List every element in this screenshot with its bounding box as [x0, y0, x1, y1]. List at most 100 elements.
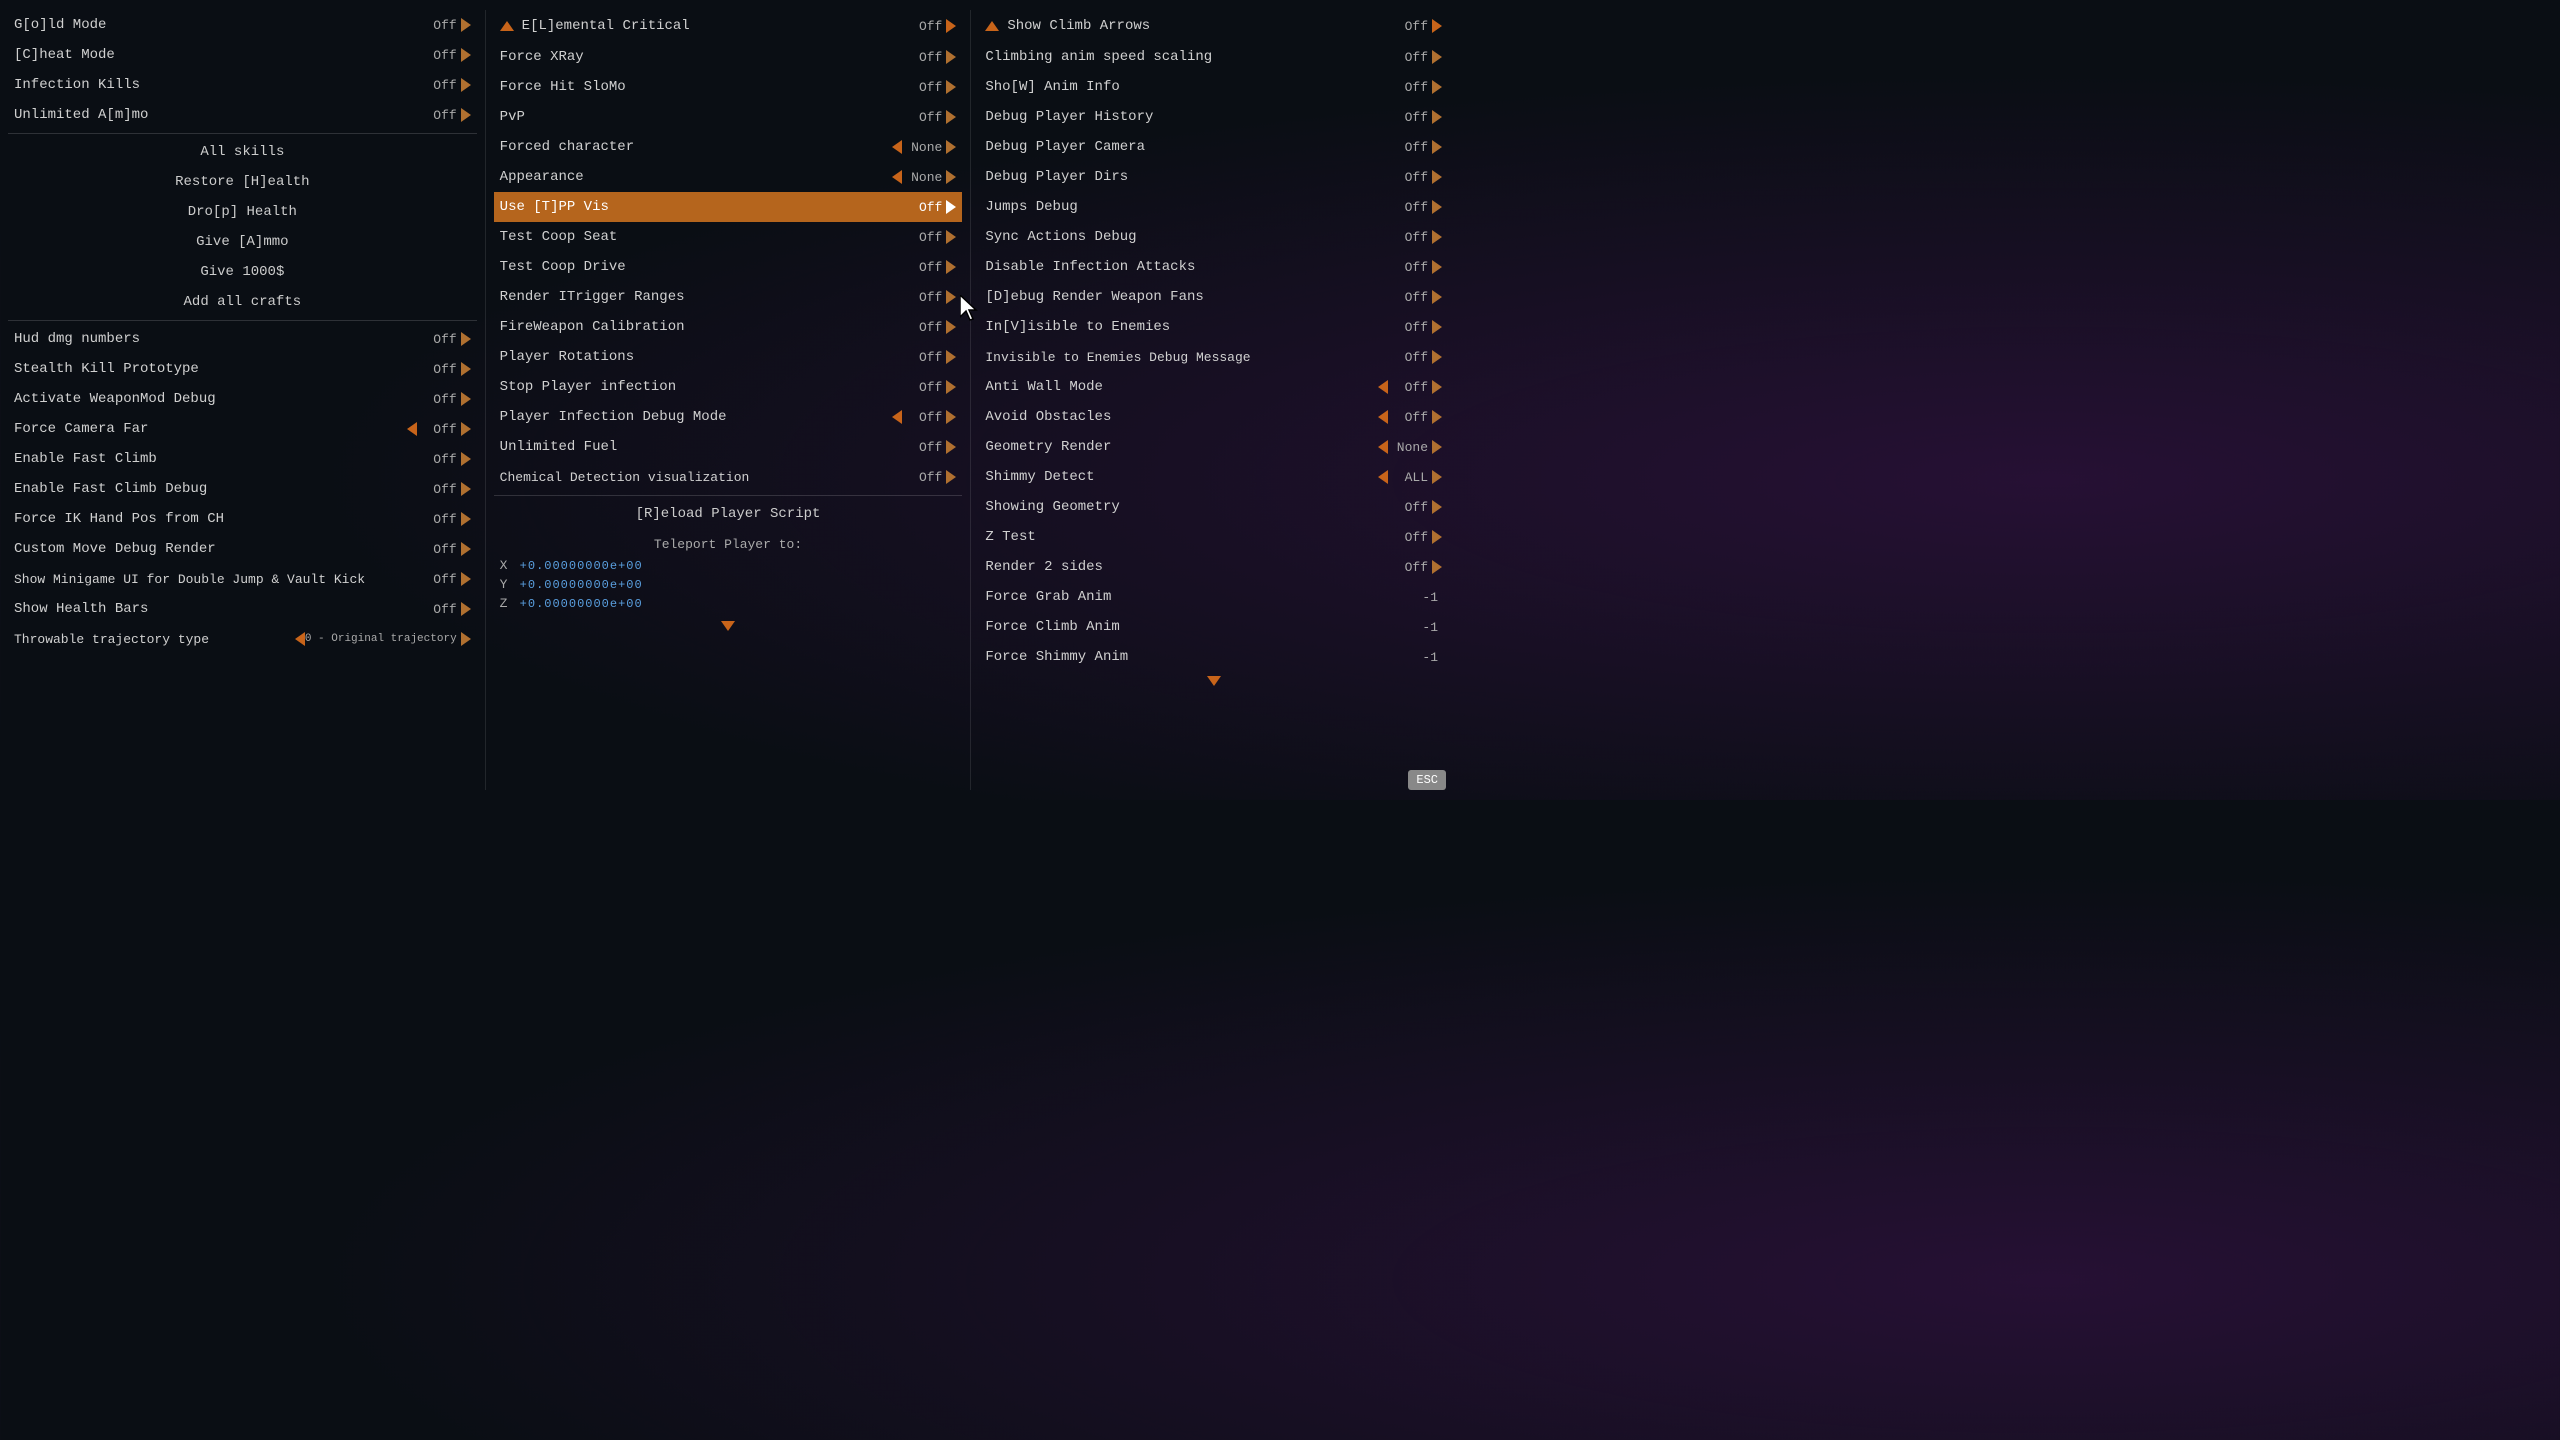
teleport-z-value[interactable]: +0.00000000e+00: [520, 597, 643, 611]
chemical-detection-right-arrow[interactable]: [946, 470, 956, 484]
restore-health-btn[interactable]: Restore [H]ealth: [8, 167, 477, 197]
debug-player-history-right-arrow[interactable]: [1432, 110, 1442, 124]
col2-header-right-arrow[interactable]: [946, 19, 956, 33]
force-xray-right-arrow[interactable]: [946, 50, 956, 64]
unlimited-fuel-right-arrow[interactable]: [946, 440, 956, 454]
test-coop-seat-right-arrow[interactable]: [946, 230, 956, 244]
show-anim-info-right-arrow[interactable]: [1432, 80, 1442, 94]
unlimited-ammo-item: Unlimited A[m]mo Off: [8, 100, 477, 130]
player-infection-debug-right-arrow[interactable]: [946, 410, 956, 424]
cheat-mode-label: [C]heat Mode: [14, 47, 417, 63]
fireweapon-cal-right-arrow[interactable]: [946, 320, 956, 334]
invisible-enemies-debug-right-arrow[interactable]: [1432, 350, 1442, 364]
esc-badge[interactable]: ESC: [1408, 770, 1446, 790]
render-2sides-value: Off: [1388, 560, 1428, 575]
unlimited-fuel-item: Unlimited Fuel Off: [494, 432, 963, 462]
col3-header-value: Off: [1388, 19, 1428, 34]
test-coop-seat-value: Off: [902, 230, 942, 245]
show-health-bars-right-arrow[interactable]: [461, 602, 471, 616]
throwable-traj-right-arrow[interactable]: [461, 632, 471, 646]
unlimited-ammo-right-arrow[interactable]: [461, 108, 471, 122]
forced-char-left-arrow[interactable]: [892, 140, 902, 154]
force-xray-item: Force XRay Off: [494, 42, 963, 72]
showing-geometry-right-arrow[interactable]: [1432, 500, 1442, 514]
divider-2: [8, 320, 477, 321]
col3-scroll-down[interactable]: [979, 676, 1448, 686]
divider-1: [8, 133, 477, 134]
force-ik-right-arrow[interactable]: [461, 512, 471, 526]
geometry-render-left-arrow[interactable]: [1378, 440, 1388, 454]
unlimited-fuel-label: Unlimited Fuel: [500, 439, 903, 455]
give-1000-btn[interactable]: Give 1000$: [8, 257, 477, 287]
sync-actions-debug-item: Sync Actions Debug Off: [979, 222, 1448, 252]
show-minigame-label: Show Minigame UI for Double Jump & Vault…: [14, 572, 417, 587]
col2-scroll-down[interactable]: [494, 621, 963, 631]
z-test-right-arrow[interactable]: [1432, 530, 1442, 544]
use-tpp-vis-right-arrow[interactable]: [946, 200, 956, 214]
force-camera-right-arrow[interactable]: [461, 422, 471, 436]
invisible-enemies-right-arrow[interactable]: [1432, 320, 1442, 334]
geometry-render-right-arrow[interactable]: [1432, 440, 1442, 454]
anti-wall-right-arrow[interactable]: [1432, 380, 1442, 394]
force-ik-value: Off: [417, 512, 457, 527]
force-hit-slomo-right-arrow[interactable]: [946, 80, 956, 94]
debug-player-history-value: Off: [1388, 110, 1428, 125]
test-coop-drive-right-arrow[interactable]: [946, 260, 956, 274]
appearance-left-arrow[interactable]: [892, 170, 902, 184]
cheat-mode-right-arrow[interactable]: [461, 48, 471, 62]
pvp-item: PvP Off: [494, 102, 963, 132]
gold-mode-right-arrow[interactable]: [461, 18, 471, 32]
render-2sides-right-arrow[interactable]: [1432, 560, 1442, 574]
infection-kills-right-arrow[interactable]: [461, 78, 471, 92]
col2-header-up-arrow[interactable]: [500, 21, 514, 31]
debug-player-camera-value: Off: [1388, 140, 1428, 155]
col3-header-up-arrow[interactable]: [985, 21, 999, 31]
sync-actions-debug-right-arrow[interactable]: [1432, 230, 1442, 244]
enable-fast-climb-right-arrow[interactable]: [461, 452, 471, 466]
jumps-debug-right-arrow[interactable]: [1432, 200, 1442, 214]
give-ammo-btn[interactable]: Give [A]mmo: [8, 227, 477, 257]
appearance-value: None: [902, 170, 942, 185]
force-shimmy-anim-label: Force Shimmy Anim: [985, 649, 1398, 665]
debug-player-dirs-right-arrow[interactable]: [1432, 170, 1442, 184]
stop-infection-right-arrow[interactable]: [946, 380, 956, 394]
debug-player-history-item: Debug Player History Off: [979, 102, 1448, 132]
hud-dmg-right-arrow[interactable]: [461, 332, 471, 346]
col3-header-right-arrow[interactable]: [1432, 19, 1442, 33]
force-camera-item: Force Camera Far Off: [8, 414, 477, 444]
player-rotations-label: Player Rotations: [500, 349, 903, 365]
force-camera-left-arrow[interactable]: [407, 422, 417, 436]
disable-infection-label: Disable Infection Attacks: [985, 259, 1388, 275]
appearance-right-arrow[interactable]: [946, 170, 956, 184]
stealth-kill-right-arrow[interactable]: [461, 362, 471, 376]
debug-render-weapon-right-arrow[interactable]: [1432, 290, 1442, 304]
avoid-obstacles-right-arrow[interactable]: [1432, 410, 1442, 424]
debug-player-camera-right-arrow[interactable]: [1432, 140, 1442, 154]
enable-fast-climb-debug-right-arrow[interactable]: [461, 482, 471, 496]
pvp-right-arrow[interactable]: [946, 110, 956, 124]
show-minigame-right-arrow[interactable]: [461, 572, 471, 586]
drop-health-btn[interactable]: Dro[p] Health: [8, 197, 477, 227]
custom-move-right-arrow[interactable]: [461, 542, 471, 556]
shimmy-detect-right-arrow[interactable]: [1432, 470, 1442, 484]
forced-char-right-arrow[interactable]: [946, 140, 956, 154]
weaponmod-debug-right-arrow[interactable]: [461, 392, 471, 406]
teleport-x-value[interactable]: +0.00000000e+00: [520, 559, 643, 573]
invisible-enemies-value: Off: [1388, 320, 1428, 335]
climbing-anim-right-arrow[interactable]: [1432, 50, 1442, 64]
reload-script-btn[interactable]: [R]eload Player Script: [494, 499, 963, 529]
teleport-section: Teleport Player to: X +0.00000000e+00 Y …: [494, 529, 963, 617]
fireweapon-cal-item: FireWeapon Calibration Off: [494, 312, 963, 342]
shimmy-detect-left-arrow[interactable]: [1378, 470, 1388, 484]
avoid-obstacles-left-arrow[interactable]: [1378, 410, 1388, 424]
player-infection-debug-left-arrow[interactable]: [892, 410, 902, 424]
add-crafts-btn[interactable]: Add all crafts: [8, 287, 477, 317]
use-tpp-vis-item[interactable]: Use [T]PP Vis Off: [494, 192, 963, 222]
all-skills-btn[interactable]: All skills: [8, 137, 477, 167]
throwable-traj-left-arrow[interactable]: [295, 632, 305, 646]
disable-infection-right-arrow[interactable]: [1432, 260, 1442, 274]
anti-wall-left-arrow[interactable]: [1378, 380, 1388, 394]
render-itrigger-right-arrow[interactable]: [946, 290, 956, 304]
player-rotations-right-arrow[interactable]: [946, 350, 956, 364]
teleport-y-value[interactable]: +0.00000000e+00: [520, 578, 643, 592]
